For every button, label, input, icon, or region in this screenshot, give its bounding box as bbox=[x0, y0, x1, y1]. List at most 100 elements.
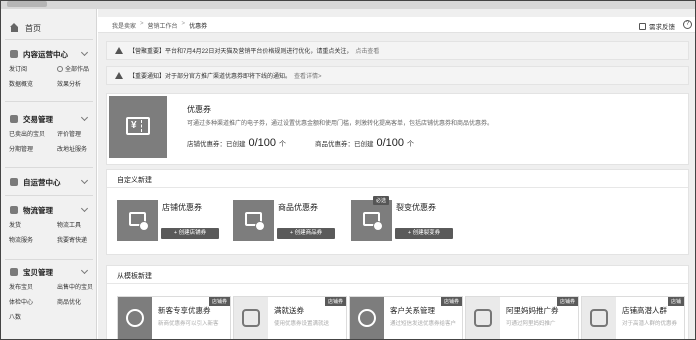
sidebar-item[interactable]: 已卖出的宝贝 bbox=[9, 129, 57, 138]
sidebar-section-header[interactable]: 宝贝管理 bbox=[1, 265, 97, 279]
template-name: 新客专享优惠券 bbox=[158, 306, 211, 315]
stat-value: 0/100 bbox=[376, 137, 405, 149]
shop-coupon-icon bbox=[117, 200, 158, 241]
logistics-icon bbox=[10, 206, 18, 214]
template-card[interactable]: 阿里妈妈推广券 可通过阿里妈妈推广 店铺券 bbox=[465, 296, 579, 339]
sidebar-item[interactable]: 发订阅 bbox=[9, 64, 57, 73]
shopping-bag-icon bbox=[233, 200, 274, 241]
custom-create-panel: 自定义新建 店铺优惠券 + 创建店铺券 商品优惠券 + 创建商品券 必选 裂变优… bbox=[106, 169, 689, 255]
sidebar-section-title: 交易管理 bbox=[23, 114, 53, 124]
sidebar-item[interactable]: 数据概览 bbox=[9, 79, 57, 88]
sidebar-section-header[interactable]: 物流管理 bbox=[1, 203, 97, 217]
create-fission-coupon-button[interactable]: + 创建裂变券 bbox=[395, 228, 453, 239]
sidebar-section-title: 内容运营中心 bbox=[23, 49, 68, 59]
template-name: 店铺高潜人群 bbox=[622, 306, 667, 315]
content-center-icon bbox=[10, 50, 18, 58]
template-card[interactable]: 满就送券 使用优惠券设置满就送 店铺券 bbox=[233, 296, 347, 339]
product-coupon-card: 商品优惠券 + 创建商品券 bbox=[233, 200, 348, 244]
template-create-panel: 从模板新建 新客专享优惠券 新商优惠券可以引入新客 店铺券 满就送券 使用优惠券… bbox=[106, 265, 689, 339]
breadcrumb: 我是卖家 > 营销工作台 > 优惠券 bbox=[112, 21, 207, 30]
crm-icon bbox=[350, 297, 384, 339]
overview-title: 优惠券 bbox=[187, 105, 211, 114]
divider bbox=[107, 283, 688, 284]
edit-icon bbox=[639, 22, 646, 30]
stat-label: 店铺优惠券：已创建 bbox=[187, 141, 246, 148]
chevron-down-icon bbox=[80, 113, 89, 122]
app-window: 首页 内容运营中心 发订阅 全部作品 数据概览 效果分析 交易管理 已卖出的宝贝… bbox=[0, 0, 696, 340]
gift-bag-icon bbox=[234, 297, 268, 339]
top-bar bbox=[1, 1, 695, 9]
sidebar-item[interactable]: 八数 bbox=[9, 312, 57, 321]
sidebar-item[interactable]: 发货 bbox=[9, 220, 57, 229]
product-coupon-stat: 商品优惠券：已创建 0/100 个 bbox=[315, 137, 414, 149]
breadcrumb-separator: > bbox=[140, 21, 144, 27]
breadcrumb-item[interactable]: 我是卖家 bbox=[112, 21, 136, 30]
template-desc: 通过短信发送优惠券给客户 bbox=[390, 321, 457, 327]
sidebar-section-logistics: 物流管理 发货 物流工具 物流服务 我要寄快递 bbox=[1, 203, 97, 244]
sidebar-home[interactable]: 首页 bbox=[1, 19, 97, 37]
chevron-down-icon bbox=[80, 266, 89, 275]
sidebar-section-header[interactable]: 内容运营中心 bbox=[1, 47, 97, 61]
sidebar-section-header[interactable]: 自运营中心 bbox=[1, 175, 97, 189]
template-card[interactable]: 客户关系管理 通过短信发送优惠券给客户 店铺券 bbox=[349, 296, 463, 339]
create-product-coupon-button[interactable]: + 创建商品券 bbox=[277, 228, 335, 239]
main-content: 我是卖家 > 营销工作台 > 优惠券 需求反馈 ? 【营聚重要】平台和7月4月2… bbox=[98, 9, 695, 339]
sidebar-home-label: 首页 bbox=[25, 23, 41, 33]
sidebar-item[interactable]: 分期管理 bbox=[9, 144, 57, 153]
template-badge: 店铺券 bbox=[208, 297, 230, 306]
divider bbox=[5, 259, 93, 260]
card-title: 商品优惠券 bbox=[278, 203, 318, 212]
breadcrumb-separator: > bbox=[181, 21, 186, 27]
chevron-down-icon bbox=[80, 176, 89, 185]
sidebar-section-self-ops: 自运营中心 bbox=[1, 175, 97, 189]
fission-coupon-card: 必选 裂变优惠券 + 创建裂变券 bbox=[351, 196, 466, 244]
coupon-icon bbox=[109, 96, 167, 158]
divider bbox=[5, 167, 93, 168]
template-desc: 对于高潜人群的优惠券 bbox=[622, 321, 678, 327]
template-name: 客户关系管理 bbox=[390, 306, 435, 315]
stat-unit: 个 bbox=[407, 141, 415, 148]
product-icon bbox=[10, 268, 18, 276]
breadcrumb-item[interactable]: 营销工作台 bbox=[148, 21, 178, 30]
self-ops-icon bbox=[10, 178, 18, 186]
sidebar: 首页 内容运营中心 发订阅 全部作品 数据概览 效果分析 交易管理 已卖出的宝贝… bbox=[1, 9, 97, 339]
sidebar-item[interactable]: 发布宝贝 bbox=[9, 282, 57, 291]
shop-coupon-card: 店铺优惠券 + 创建店铺券 bbox=[117, 200, 232, 244]
chevron-down-icon bbox=[80, 48, 89, 57]
divider bbox=[5, 39, 93, 40]
trade-icon bbox=[10, 115, 18, 123]
overview-description: 可通过多种渠道推广的电子券，通过设置优惠金额和使用门槛，刺激转化提高客单，包括店… bbox=[187, 121, 494, 127]
template-card[interactable]: 店铺高潜人群 对于高潜人群的优惠券 店铺 bbox=[581, 296, 685, 339]
notice-banner: 【重要通知】对于部分官方推广渠道优惠券即将下线的通知。 查看详情> bbox=[106, 66, 689, 85]
breadcrumb-bar: 我是卖家 > 营销工作台 > 优惠券 需求反馈 ? bbox=[98, 17, 695, 33]
new-customer-icon bbox=[118, 297, 152, 339]
divider bbox=[5, 195, 93, 196]
notice-link[interactable]: 点击查看 bbox=[355, 46, 379, 55]
stat-label: 商品优惠券：已创建 bbox=[315, 141, 374, 148]
sidebar-section-products: 宝贝管理 发布宝贝 出售中的宝贝 体检中心 商品优化 八数 bbox=[1, 265, 97, 321]
template-name: 满就送券 bbox=[274, 306, 304, 315]
template-badge: 店铺券 bbox=[324, 297, 346, 306]
template-name: 阿里妈妈推广券 bbox=[506, 306, 559, 315]
sidebar-section-content: 内容运营中心 发订阅 全部作品 数据概览 效果分析 bbox=[1, 47, 97, 88]
help-icon[interactable]: ? bbox=[683, 20, 692, 29]
alimama-icon bbox=[466, 297, 500, 339]
template-desc: 可通过阿里妈妈推广 bbox=[506, 321, 556, 327]
warning-icon bbox=[115, 72, 123, 79]
template-badge: 店铺券 bbox=[440, 297, 462, 306]
sidebar-section-header[interactable]: 交易管理 bbox=[1, 112, 97, 126]
sidebar-item[interactable]: 体检中心 bbox=[9, 297, 57, 306]
breadcrumb-current: 优惠券 bbox=[189, 24, 208, 30]
sidebar-item[interactable]: 物流服务 bbox=[9, 235, 57, 244]
card-title: 店铺优惠券 bbox=[162, 203, 202, 212]
notice-text: 【重要通知】对于部分官方推广渠道优惠券即将下线的通知。 bbox=[129, 74, 292, 80]
create-shop-coupon-button[interactable]: + 创建店铺券 bbox=[161, 228, 219, 239]
sidebar-section-title: 自运营中心 bbox=[23, 177, 61, 187]
card-tag: 必选 bbox=[373, 196, 390, 205]
panel-title: 从模板新建 bbox=[117, 273, 152, 280]
notice-link[interactable]: 查看详情> bbox=[294, 71, 322, 80]
feedback-label: 需求反馈 bbox=[649, 24, 675, 31]
warning-icon bbox=[115, 47, 123, 54]
feedback-button[interactable]: 需求反馈 bbox=[639, 21, 675, 31]
template-card[interactable]: 新客专享优惠券 新商优惠券可以引入新客 店铺券 bbox=[117, 296, 231, 339]
